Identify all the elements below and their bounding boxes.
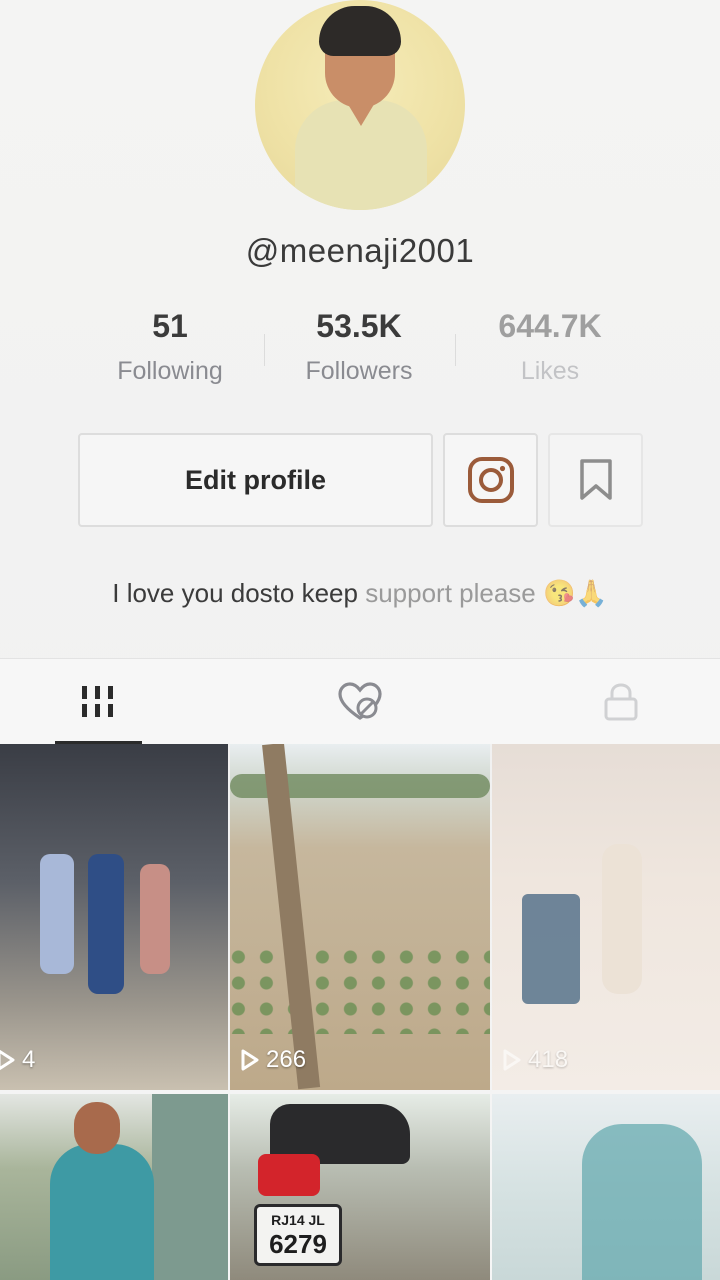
- video-thumbnail-6[interactable]: [492, 1094, 720, 1280]
- thumb-wall: [152, 1094, 228, 1280]
- stat-likes[interactable]: 644.7K Likes: [465, 308, 635, 386]
- stat-followers-label: Followers: [305, 357, 413, 385]
- tab-liked[interactable]: [275, 659, 445, 745]
- view-count-value: 418: [528, 1046, 569, 1073]
- bio-emoji: 😘🙏: [535, 578, 608, 608]
- video-thumbnail-4[interactable]: [0, 1094, 228, 1280]
- video-thumbnail-5[interactable]: RJ14 JL 6279: [230, 1094, 490, 1280]
- profile-bio: I love you dosto keep support please 😘🙏: [0, 578, 720, 609]
- thumb-dancer: [140, 864, 170, 974]
- edit-profile-button[interactable]: Edit profile: [78, 433, 433, 527]
- view-count-value: 4: [22, 1046, 36, 1073]
- view-count-value: 266: [266, 1046, 307, 1073]
- play-icon: [0, 1049, 15, 1071]
- video-thumbnail-2[interactable]: 266: [230, 744, 490, 1090]
- stats-divider: [455, 334, 456, 366]
- thumb-person: [50, 1144, 154, 1280]
- thumb-head: [74, 1102, 120, 1154]
- bookmark-icon: [579, 459, 612, 500]
- profile-tabs: [0, 658, 720, 745]
- instagram-icon: [467, 457, 514, 503]
- plate-line-2: 6279: [269, 1229, 327, 1259]
- view-count: 266: [240, 1046, 306, 1074]
- favorites-button[interactable]: [548, 433, 643, 527]
- video-thumbnail-1[interactable]: 4: [0, 744, 228, 1090]
- tab-videos[interactable]: [13, 659, 183, 745]
- bio-text: I love you dosto keep: [112, 578, 366, 608]
- plate-line-1: RJ14 JL: [271, 1212, 325, 1228]
- profile-avatar[interactable]: [255, 0, 465, 210]
- thumb-taillight: [258, 1154, 320, 1196]
- profile-page: @meenaji2001 51 Following 53.5K Follower…: [0, 0, 720, 1280]
- thumb-license-plate: RJ14 JL 6279: [254, 1204, 342, 1266]
- view-count: 4: [0, 1046, 35, 1074]
- stats-divider: [264, 334, 265, 366]
- thumb-dancer: [40, 854, 74, 974]
- heart-hidden-icon: [338, 682, 382, 720]
- play-icon: [241, 1049, 259, 1071]
- video-grid: 4 266 418 RJ14 JL 6279: [0, 744, 720, 1280]
- thumb-dancer: [88, 854, 124, 994]
- avatar-hair: [319, 6, 401, 56]
- grid-icon: [82, 686, 113, 717]
- stat-following-value: 51: [152, 308, 188, 344]
- play-icon: [503, 1049, 521, 1071]
- profile-username: @meenaji2001: [245, 232, 475, 269]
- tab-private[interactable]: [536, 659, 706, 745]
- stat-likes-value: 644.7K: [498, 308, 602, 344]
- stat-followers-value: 53.5K: [316, 308, 402, 344]
- instagram-button[interactable]: [443, 433, 538, 527]
- stat-followers[interactable]: 53.5K Followers: [274, 308, 444, 386]
- view-count: 418: [502, 1046, 568, 1074]
- stat-likes-label: Likes: [520, 357, 580, 385]
- thumb-phone: [522, 894, 580, 1004]
- lock-icon: [604, 683, 638, 721]
- thumb-person: [582, 1124, 702, 1280]
- bio-text-faded: support please: [365, 578, 536, 608]
- stat-following-label: Following: [117, 357, 223, 385]
- video-thumbnail-3[interactable]: 418: [492, 744, 720, 1090]
- thumb-plants: [230, 944, 490, 1034]
- thumb-figure: [602, 844, 642, 994]
- profile-stats: 51 Following 53.5K Followers 644.7K Like…: [0, 308, 720, 398]
- stat-following[interactable]: 51 Following: [85, 308, 255, 386]
